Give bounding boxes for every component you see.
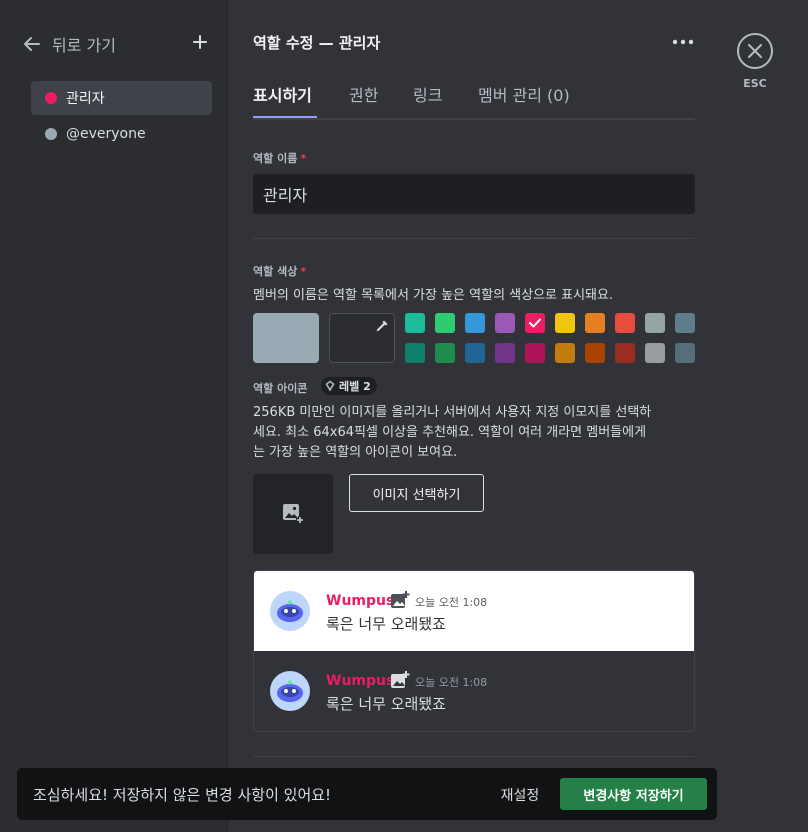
color-swatch[interactable]	[465, 343, 485, 363]
eyedropper-icon	[376, 320, 388, 332]
role-name-input[interactable]	[253, 174, 695, 214]
divider	[253, 756, 695, 757]
default-color-swatch[interactable]	[253, 313, 319, 363]
tab-bar: 표시하기 권한 링크 멤버 관리 (0)	[253, 78, 695, 120]
arrow-left-icon	[24, 37, 40, 51]
role-color-description: 멤버의 이름은 역할 목록에서 가장 높은 역할의 색상으로 표시돼요.	[253, 288, 614, 303]
role-icon-description-2: 세요. 최소 64x64픽셀 이상을 추천해요. 역할이 여러 개라면 멤버들에…	[253, 425, 647, 440]
color-swatch[interactable]	[495, 343, 515, 363]
color-swatch[interactable]	[405, 313, 425, 333]
role-name: @everyone	[66, 126, 146, 142]
message-text: 록은 너무 오래됐죠	[326, 695, 446, 713]
sidebar-role-admin[interactable]: 관리자	[31, 81, 212, 115]
unsaved-changes-notice: 조심하세요! 저장하지 않은 변경 사항이 있어요! 재설정 변경사항 저장하기	[17, 768, 717, 820]
reset-button[interactable]: 재설정	[489, 780, 551, 810]
color-swatch[interactable]	[495, 313, 515, 333]
role-color-dot	[45, 92, 57, 104]
role-icon-placeholder-icon	[391, 591, 410, 608]
notice-text: 조심하세요! 저장하지 않은 변경 사항이 있어요!	[33, 786, 332, 804]
image-add-icon	[283, 504, 304, 524]
color-swatch[interactable]	[645, 313, 665, 333]
username: Wumpus	[326, 593, 395, 609]
check-icon	[529, 318, 541, 328]
save-changes-button[interactable]: 변경사항 저장하기	[560, 778, 707, 810]
color-swatch[interactable]	[405, 343, 425, 363]
role-icon-upload[interactable]	[253, 474, 333, 554]
role-color-label: 역할 색상 *	[253, 265, 307, 278]
page-title: 역할 수정 — 관리자	[253, 34, 381, 52]
preview-message-dark: Wumpus 오늘 오전 1:08 록은 너무 오래됐죠	[254, 651, 694, 731]
color-swatch[interactable]	[525, 313, 545, 333]
back-button[interactable]: 뒤로 가기	[22, 32, 212, 56]
tab-links[interactable]: 링크	[413, 82, 442, 106]
color-swatch[interactable]	[585, 313, 605, 333]
esc-label: ESC	[743, 77, 767, 90]
color-swatch[interactable]	[555, 343, 575, 363]
color-swatch[interactable]	[555, 313, 575, 333]
boost-gem-icon	[325, 380, 335, 392]
color-swatch[interactable]	[525, 343, 545, 363]
timestamp: 오늘 오전 1:08	[415, 596, 488, 609]
message-text: 록은 너무 오래됐죠	[326, 615, 446, 633]
color-swatch[interactable]	[645, 343, 665, 363]
role-icon-description-1: 256KB 미만인 이미지를 올리거나 서버에서 사용자 지정 이모지를 선택하	[253, 405, 652, 420]
divider	[253, 238, 695, 239]
role-color-dot	[45, 128, 57, 140]
tab-manage-members[interactable]: 멤버 관리 (0)	[478, 82, 570, 106]
active-tab-indicator	[253, 116, 317, 118]
role-preview: Wumpus 오늘 오전 1:08 록은 너무 오래됐죠 Wumpus 오늘 오…	[253, 570, 695, 732]
timestamp: 오늘 오전 1:08	[415, 676, 488, 689]
back-label: 뒤로 가기	[52, 36, 116, 55]
select-image-button[interactable]: 이미지 선택하기	[349, 474, 484, 512]
boost-level-badge: 레벨 2	[321, 377, 377, 395]
color-swatch[interactable]	[675, 313, 695, 333]
color-swatch[interactable]	[435, 343, 455, 363]
role-name-label: 역할 이름 *	[253, 152, 307, 165]
color-swatch[interactable]	[675, 343, 695, 363]
color-swatch[interactable]	[465, 313, 485, 333]
custom-color-picker[interactable]	[329, 313, 395, 363]
close-icon	[748, 44, 762, 58]
color-swatch[interactable]	[585, 343, 605, 363]
sidebar-role-everyone[interactable]: @everyone	[31, 117, 212, 151]
plus-icon[interactable]	[192, 34, 208, 50]
more-dots-icon[interactable]	[671, 32, 695, 52]
tab-permissions[interactable]: 권한	[349, 82, 378, 106]
avatar	[270, 671, 310, 711]
tab-display[interactable]: 표시하기	[253, 82, 312, 106]
sidebar: 뒤로 가기 관리자 @everyone	[0, 0, 228, 832]
preview-message-light: Wumpus 오늘 오전 1:08 록은 너무 오래됐죠	[254, 571, 694, 651]
close-button[interactable]	[737, 33, 773, 69]
role-icon-placeholder-icon	[391, 671, 410, 688]
color-swatch[interactable]	[435, 313, 455, 333]
color-swatch[interactable]	[615, 343, 635, 363]
role-name: 관리자	[66, 91, 105, 107]
color-swatch[interactable]	[615, 313, 635, 333]
username: Wumpus	[326, 673, 395, 689]
role-icon-description-3: 는 가장 높은 역할의 아이콘이 보여요.	[253, 445, 458, 460]
avatar	[270, 591, 310, 631]
role-icon-label: 역할 아이콘	[253, 382, 308, 395]
